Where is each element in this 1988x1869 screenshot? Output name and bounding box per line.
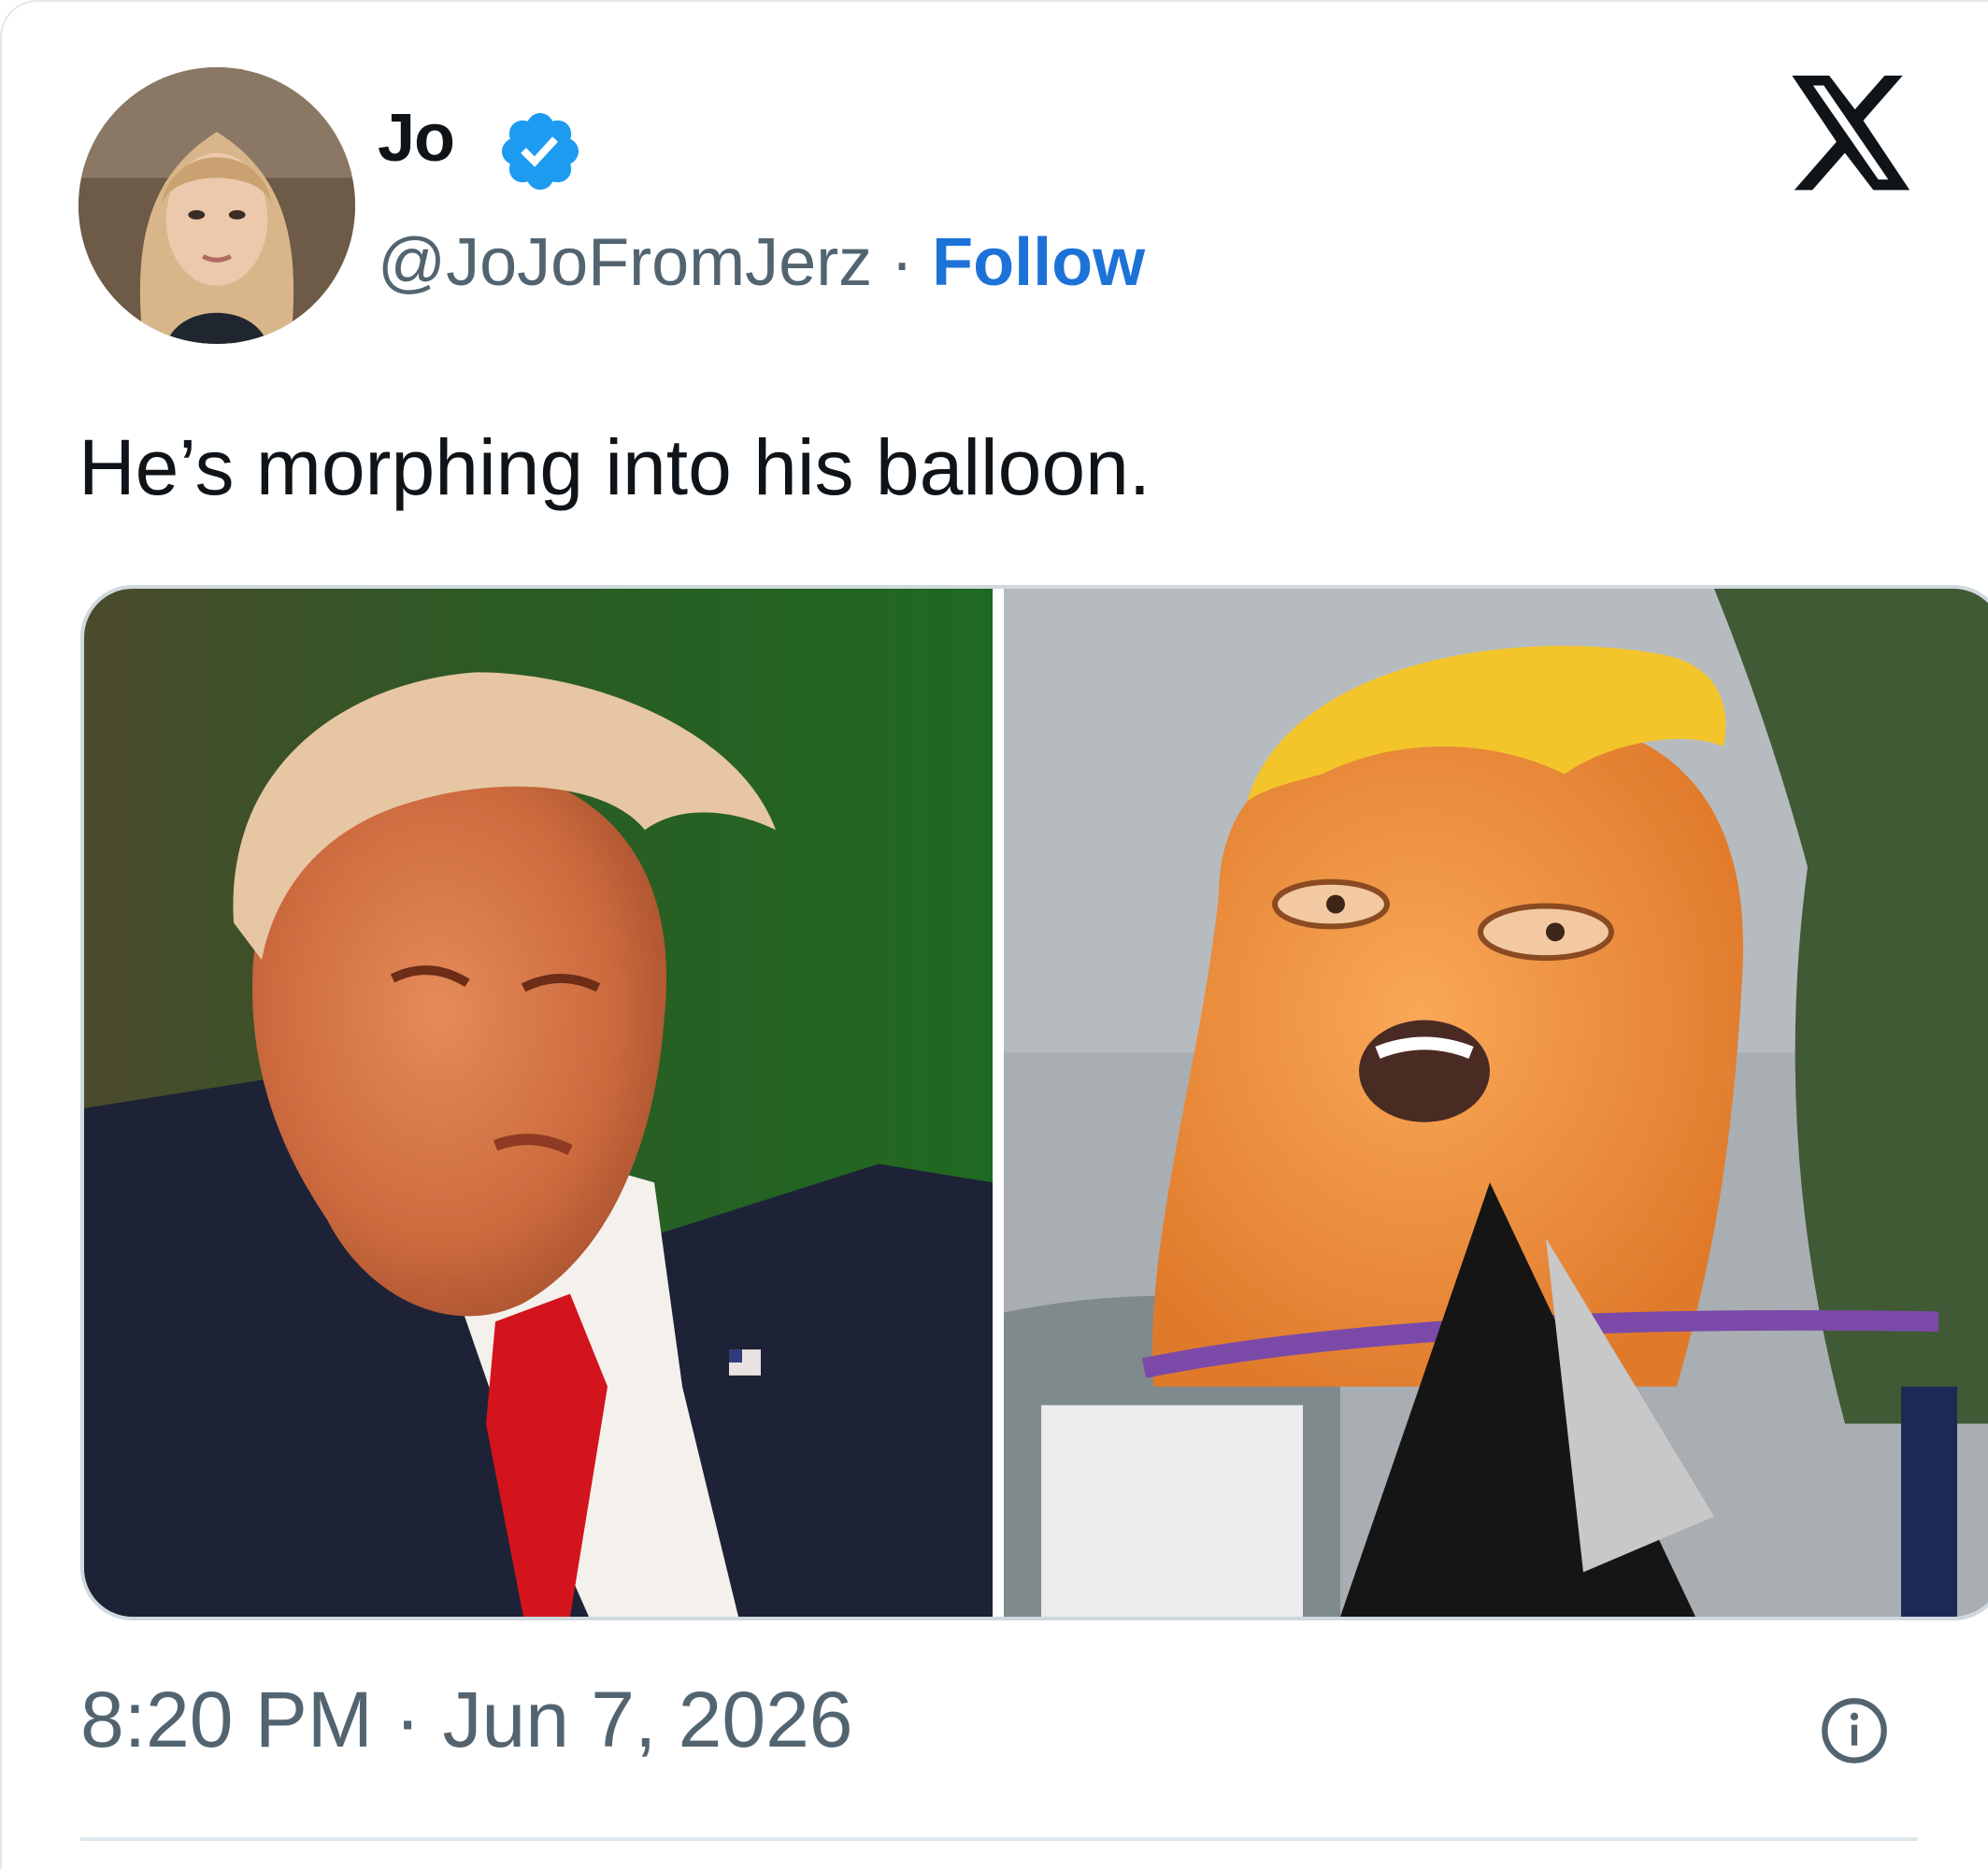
author-handle-row: @JoJoFromJerz · Follow (378, 224, 1145, 301)
info-icon[interactable] (1819, 1695, 1890, 1766)
verified-badge-icon (502, 113, 579, 190)
author-handle[interactable]: @JoJoFromJerz (378, 225, 872, 300)
author-name[interactable]: Jo (378, 100, 455, 177)
avatar-image (79, 67, 355, 344)
media-photo-left[interactable] (84, 589, 993, 1617)
author-avatar[interactable] (79, 67, 355, 344)
media-photo-right[interactable] (1004, 589, 1988, 1617)
bottom-divider (80, 1837, 1918, 1841)
photo-man-portrait (84, 589, 993, 1617)
tweet-card: Jo @JoJoFromJerz · Follow He’s morphing … (0, 0, 1988, 1869)
separator-dot: · (872, 225, 933, 300)
follow-button[interactable]: Follow (932, 225, 1145, 300)
media-grid (80, 585, 1988, 1620)
photo-balloon (1004, 589, 1988, 1617)
tweet-text: He’s morphing into his balloon. (79, 423, 1151, 511)
x-logo-icon[interactable] (1785, 75, 1916, 196)
tweet-timestamp[interactable]: 8:20 PM · Jun 7, 2026 (80, 1675, 853, 1765)
